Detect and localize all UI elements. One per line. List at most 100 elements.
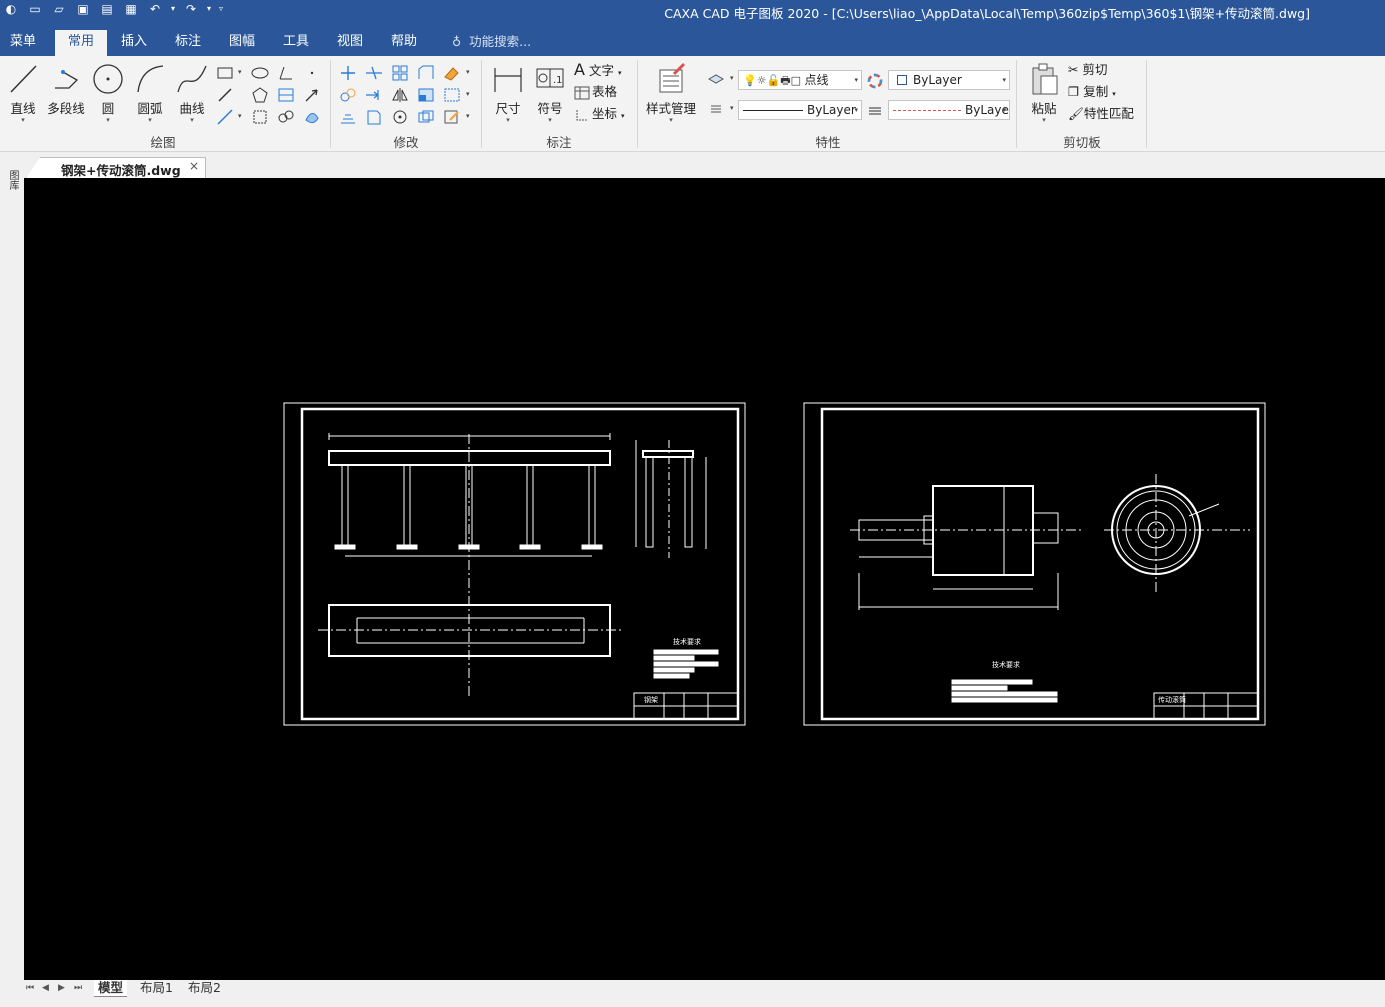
undo-dropdown-icon[interactable]: ▾ <box>168 0 178 18</box>
centerline-icon[interactable] <box>215 86 235 104</box>
block-icon[interactable] <box>416 108 436 126</box>
first-tab-icon[interactable]: ⏮ <box>26 983 34 993</box>
coordinate-icon <box>576 109 588 120</box>
angle-line-icon[interactable] <box>276 64 296 82</box>
dimension-button[interactable]: 尺寸 ▾ <box>488 62 528 128</box>
extend-icon[interactable] <box>364 86 384 104</box>
copy-icon: ❐ <box>1068 84 1080 99</box>
tab-home[interactable]: 常用 <box>55 30 107 56</box>
hatch-icon[interactable] <box>276 86 296 104</box>
document-tab-label: 钢架+传动滚筒.dwg <box>61 163 181 178</box>
cut-button[interactable]: ✂ 剪切 <box>1068 60 1107 80</box>
close-icon[interactable]: × <box>189 159 199 173</box>
feature-search[interactable]: ♁ 功能搜索... <box>452 30 531 56</box>
mirror-icon[interactable] <box>390 86 410 104</box>
match-properties-button[interactable]: 🖌特性匹配 <box>1068 104 1134 124</box>
tab-sheet[interactable]: 图幅 <box>219 30 265 56</box>
print-icon[interactable]: ▦ <box>120 0 142 18</box>
tab-model[interactable]: 模型 <box>94 980 128 997</box>
paste-button[interactable]: 粘贴 ▾ <box>1024 62 1064 128</box>
polyline-icon <box>55 70 79 89</box>
previous-tab-icon[interactable]: ◀ <box>42 983 49 993</box>
window-title: CAXA CAD 电子图板 2020 - [C:\Users\liao_\App… <box>664 6 1310 21</box>
save-icon[interactable]: ▣ <box>72 0 94 18</box>
polyline-button[interactable]: 多段线 <box>45 62 87 128</box>
drawing-canvas[interactable]: 钢架 技术要求 传动滚筒 技术要求 <box>24 178 1385 980</box>
last-tab-icon[interactable]: ⏭ <box>74 983 82 993</box>
new-file-icon[interactable]: ▭ <box>24 0 46 18</box>
style-manager-button[interactable]: 样式管理 ▾ <box>645 62 697 128</box>
layer-icon[interactable] <box>706 70 726 88</box>
edit-properties-icon[interactable] <box>442 108 462 126</box>
group-draw-label: 绘图 <box>150 135 176 150</box>
tab-tools[interactable]: 工具 <box>273 30 319 56</box>
text-button[interactable]: A 文字 ▾ <box>574 60 621 80</box>
tab-insert[interactable]: 插入 <box>111 30 157 56</box>
scale-icon[interactable] <box>416 86 436 104</box>
library-panel-tab[interactable]: 图库 <box>4 170 18 190</box>
symbol-button[interactable]: .1 符号 ▾ <box>530 62 570 128</box>
move-icon[interactable] <box>338 64 358 82</box>
circle-button[interactable]: 圆 ▾ <box>88 62 128 128</box>
document-tab[interactable]: 钢架+传动滚筒.dwg × <box>26 157 206 178</box>
color-swatch <box>897 75 907 85</box>
circle-label: 圆 <box>101 101 115 116</box>
coordinate-button[interactable]: 坐标 ▾ <box>574 104 625 124</box>
tab-annotate[interactable]: 标注 <box>165 30 211 56</box>
redo-dropdown-icon[interactable]: ▾ <box>204 0 214 18</box>
table-button[interactable]: 表格 <box>574 82 617 102</box>
line-button[interactable]: 直线 ▾ <box>3 62 43 128</box>
copy-object-icon[interactable] <box>338 86 358 104</box>
eraser-icon[interactable] <box>442 64 462 82</box>
save-as-icon[interactable]: ▤ <box>96 0 118 18</box>
title-bar: ◐ ▭ ▱ ▣ ▤ ▦ ↶ ▾ ↷ ▾ ▿ CAXA CAD 电子图板 2020… <box>0 0 1385 30</box>
ellipse-icon[interactable] <box>250 64 270 82</box>
arrow-icon[interactable] <box>302 86 322 104</box>
tab-view[interactable]: 视图 <box>327 30 373 56</box>
tab-help[interactable]: 帮助 <box>381 30 427 56</box>
stretch-icon[interactable] <box>364 108 384 126</box>
list-icon[interactable] <box>706 100 726 118</box>
next-tab-icon[interactable]: ▶ <box>58 983 65 993</box>
color-wheel-icon[interactable] <box>866 72 886 90</box>
offset-icon[interactable] <box>338 108 358 126</box>
undo-icon[interactable]: ↶ <box>144 0 166 18</box>
lightbulb-icon: ♁ <box>452 34 462 49</box>
line-icon <box>10 65 37 93</box>
tab-layout-2[interactable]: 布局2 <box>184 980 225 997</box>
tab-layout-1[interactable]: 布局1 <box>136 980 177 997</box>
group-divider <box>1146 60 1147 148</box>
array-icon[interactable] <box>390 64 410 82</box>
point-icon[interactable] <box>302 64 322 82</box>
boundary-icon[interactable] <box>250 108 270 126</box>
lineweight-select[interactable]: ByLaye ▾ <box>888 100 1010 120</box>
arc-button[interactable]: 圆弧 ▾ <box>130 62 170 128</box>
rotate-icon[interactable] <box>390 108 410 126</box>
customize-icon[interactable]: ▿ <box>216 0 226 18</box>
layer-select[interactable]: 💡☼🔓🖶□ 点线 ▾ <box>738 70 862 90</box>
chamfer-icon[interactable] <box>416 64 436 82</box>
curve-button[interactable]: 曲线 ▾ <box>172 62 212 128</box>
ribbon-tab-bar: 菜单 常用 插入 标注 图幅 工具 视图 帮助 ♁ 功能搜索... <box>0 30 1385 56</box>
open-file-icon[interactable]: ▱ <box>48 0 70 18</box>
linetype-select[interactable]: ByLayer ▾ <box>738 100 862 120</box>
linetype-sample <box>743 110 803 111</box>
redo-icon[interactable]: ↷ <box>180 0 202 18</box>
side-panel-strip: 图库 <box>0 160 24 980</box>
construction-line-icon[interactable] <box>215 108 235 126</box>
text-label: 文字 <box>588 63 614 78</box>
lineweight-icon[interactable] <box>866 102 886 120</box>
explode-icon[interactable] <box>442 86 462 104</box>
app-icon[interactable]: ◐ <box>0 0 22 18</box>
region-icon[interactable] <box>302 108 322 126</box>
polygon-icon[interactable] <box>250 86 270 104</box>
rectangle-icon[interactable] <box>215 64 235 82</box>
arc-label: 圆弧 <box>137 101 163 116</box>
trim-icon[interactable] <box>364 64 384 82</box>
tab-menu[interactable]: 菜单 <box>0 30 46 56</box>
sheet-1-notes <box>653 649 719 679</box>
color-select[interactable]: ByLayer ▾ <box>888 70 1010 90</box>
text-icon: A <box>574 60 585 79</box>
copy-button[interactable]: ❐ 复制 ▾ <box>1068 82 1116 102</box>
cloud-icon[interactable] <box>276 108 296 126</box>
